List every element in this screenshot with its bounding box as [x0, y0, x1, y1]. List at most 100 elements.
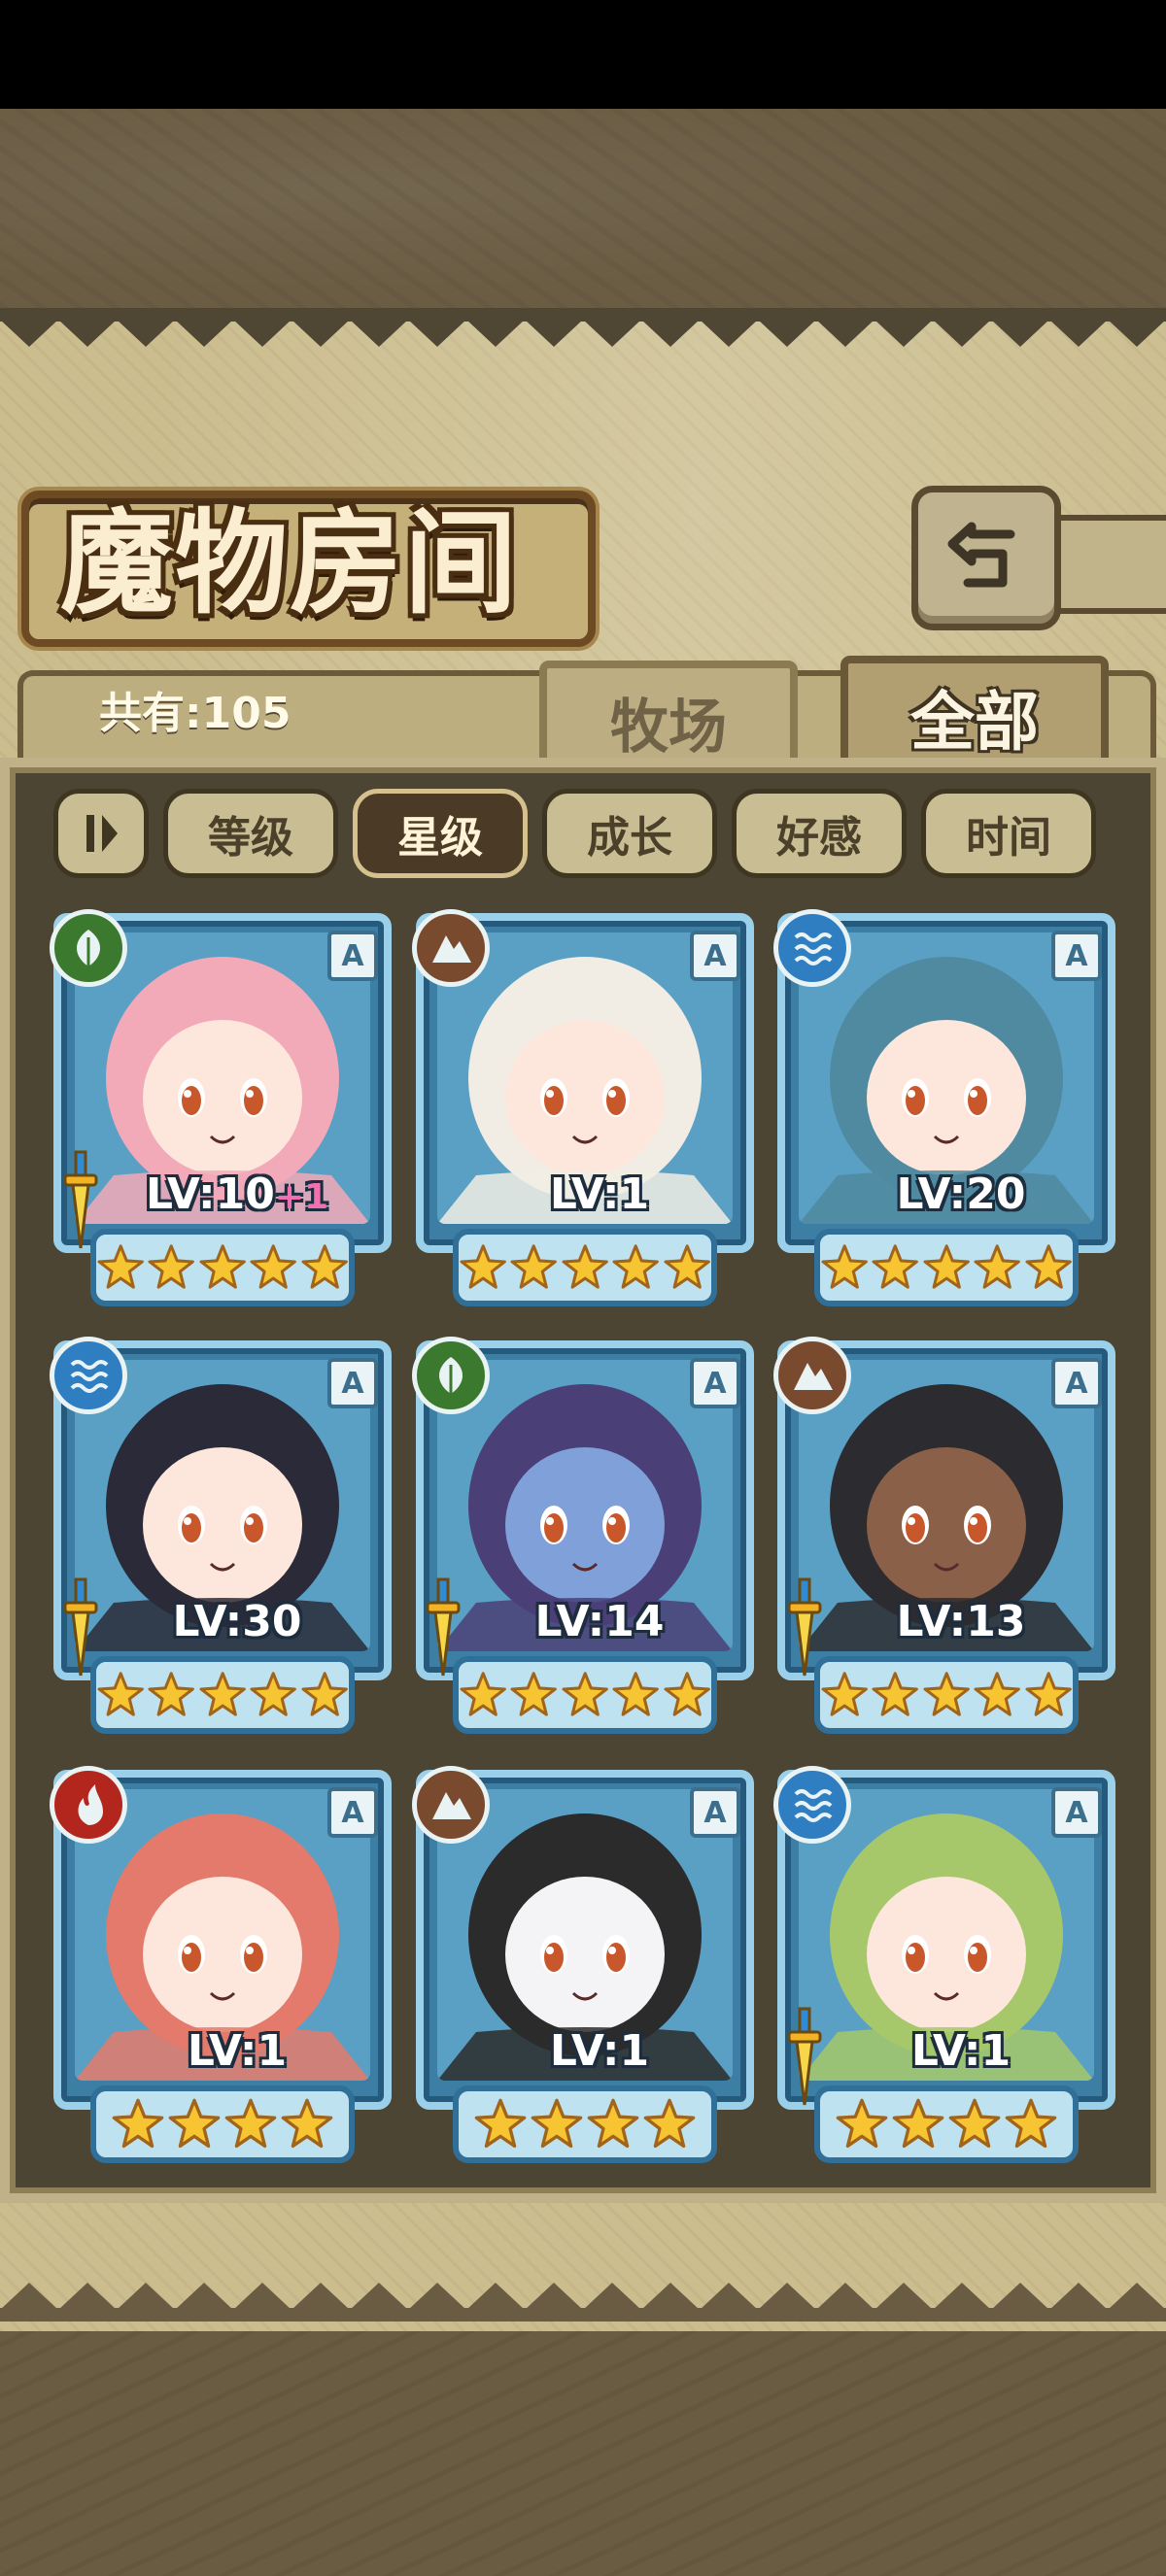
star-rating [814, 1229, 1079, 1306]
star-icon [97, 1244, 144, 1289]
level-label: LV:20 [845, 1168, 1077, 1222]
monster-card[interactable]: A LV:1 [412, 909, 754, 1311]
rank-badge: A [327, 931, 378, 981]
star-icon [510, 1672, 558, 1716]
star-icon [664, 1244, 710, 1289]
sort-button[interactable]: 成长 [542, 789, 717, 878]
level-label: LV:10+1 [121, 1168, 353, 1222]
star-icon [974, 1244, 1021, 1289]
element-badge [412, 909, 490, 987]
level-value: LV:14 [534, 1597, 665, 1646]
star-icon [892, 2098, 944, 2149]
level-label: LV:1 [484, 1168, 715, 1222]
level-value: LV:30 [172, 1597, 302, 1646]
rank-badge: A [690, 1787, 740, 1838]
status-bar [0, 0, 1166, 109]
monster-card[interactable]: A LV:14 [412, 1337, 754, 1739]
star-icon [250, 1244, 297, 1289]
sort-button[interactable]: 时间 [921, 789, 1096, 878]
star-rating [814, 1656, 1079, 1734]
star-icon [224, 2098, 277, 2149]
star-icon [948, 2098, 1001, 2149]
level-label: LV:14 [484, 1595, 715, 1649]
sort-button[interactable]: 等级 [163, 789, 338, 878]
level-label: LV:1 [845, 2024, 1077, 2079]
star-icon [1025, 1672, 1072, 1716]
monster-card[interactable]: A LV:10+1 [50, 909, 392, 1311]
rank-badge: A [690, 931, 740, 981]
star-icon [664, 1672, 710, 1716]
flame-icon [78, 1784, 103, 1825]
element-badge [412, 1337, 490, 1414]
star-icon [168, 2098, 221, 2149]
star-rating [453, 1656, 717, 1734]
star-rating [90, 1229, 355, 1306]
monster-card[interactable]: A LV:1 [50, 1766, 392, 2168]
level-value: LV:13 [896, 1597, 1026, 1646]
star-icon [148, 1244, 195, 1289]
return-arrow-icon [947, 522, 1015, 587]
zigzag-border-top [0, 308, 1166, 347]
element-badge [773, 909, 851, 987]
sort-button[interactable]: 好感 [732, 789, 907, 878]
level-value: LV:1 [910, 2026, 1012, 2076]
rank-badge: A [1051, 931, 1102, 981]
star-icon [612, 1244, 660, 1289]
star-icon [148, 1672, 195, 1716]
star-icon [510, 1244, 558, 1289]
star-icon [474, 2098, 527, 2149]
map-background-bottom [0, 2331, 1166, 2576]
level-value: LV:1 [549, 2026, 650, 2076]
zigzag-border-bottom [0, 2283, 1166, 2322]
star-icon [562, 1672, 608, 1716]
level-value: LV:10 [145, 1169, 275, 1219]
monster-count: 共有:105 [99, 689, 292, 738]
rank-badge: A [327, 1358, 378, 1408]
star-icon [821, 1672, 868, 1716]
element-badge [773, 1337, 851, 1414]
level-value: LV:1 [187, 2026, 288, 2076]
mountain-icon [432, 1792, 471, 1819]
sort-order-toggle[interactable] [53, 789, 149, 878]
star-icon [199, 1244, 246, 1289]
star-icon [836, 2098, 888, 2149]
rank-badge: A [690, 1358, 740, 1408]
map-background-top [0, 109, 1166, 308]
star-icon [112, 2098, 164, 2149]
star-icon [199, 1672, 246, 1716]
star-rating [90, 1656, 355, 1734]
star-icon [250, 1672, 297, 1716]
level-label: LV:13 [845, 1595, 1077, 1649]
star-icon [562, 1244, 608, 1289]
level-value: LV:1 [549, 1169, 650, 1219]
star-icon [612, 1672, 660, 1716]
mountain-icon [794, 1363, 833, 1390]
page-title: 魔物房间 [60, 497, 519, 629]
monster-card[interactable]: A LV:30 [50, 1337, 392, 1739]
water-waves-icon [70, 1360, 109, 1393]
element-badge [773, 1766, 851, 1844]
star-icon [1025, 1244, 1072, 1289]
mountain-icon [432, 935, 471, 963]
level-label: LV:1 [484, 2024, 715, 2079]
monster-card[interactable]: A LV:13 [773, 1337, 1115, 1739]
rank-badge: A [1051, 1358, 1102, 1408]
level-bonus: +1 [274, 1177, 329, 1217]
star-icon [301, 1672, 348, 1716]
star-icon [872, 1672, 919, 1716]
monster-card[interactable]: A LV:20 [773, 909, 1115, 1311]
element-badge [50, 1337, 127, 1414]
sort-button[interactable]: 星级 [353, 789, 528, 878]
element-badge [50, 909, 127, 987]
leaf-icon [438, 1357, 463, 1394]
leaf-icon [76, 930, 101, 966]
star-icon [923, 1244, 970, 1289]
star-icon [460, 1672, 506, 1716]
rank-badge: A [327, 1787, 378, 1838]
back-button[interactable] [911, 486, 1061, 630]
monster-card[interactable]: A LV:1 [412, 1766, 754, 2168]
level-label: LV:30 [121, 1595, 353, 1649]
sort-order-icon [86, 815, 118, 852]
monster-card[interactable]: A LV:1 [773, 1766, 1115, 2168]
star-icon [281, 2098, 333, 2149]
